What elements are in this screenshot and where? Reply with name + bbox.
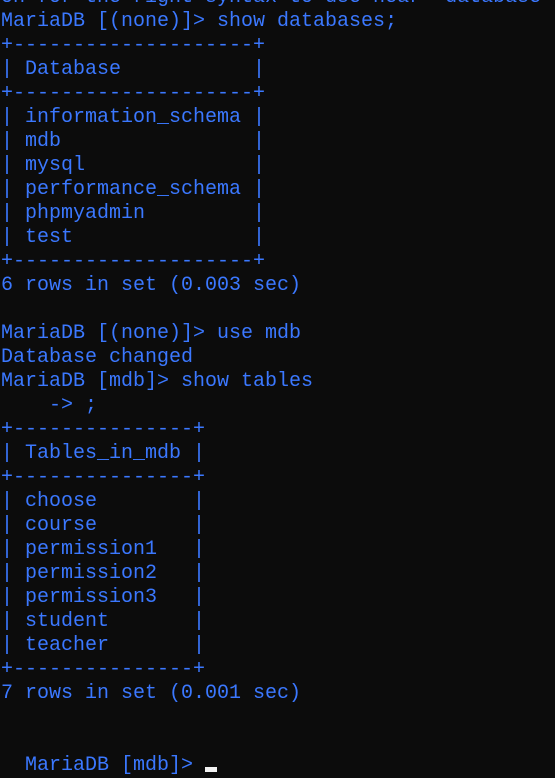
terminal-output[interactable]: on for the right syntax to use near 'dat… [1, 0, 541, 730]
terminal-line: | test | [1, 226, 266, 249]
terminal-line: +---------------+ [1, 466, 206, 489]
terminal-line: | course | [1, 514, 206, 537]
terminal-line: Database changed [1, 346, 194, 369]
terminal-line: +--------------------+ [1, 82, 266, 105]
prompt-text: MariaDB [mdb]> [25, 754, 194, 777]
terminal-line: MariaDB [(none)]> show databases; [1, 10, 398, 33]
terminal-line: 6 rows in set (0.003 sec) [1, 274, 302, 297]
terminal-line: +--------------------+ [1, 34, 266, 57]
terminal-line: | student | [1, 610, 206, 633]
terminal-line: | Tables_in_mdb | [1, 442, 206, 465]
terminal-line: -> ; [1, 394, 98, 417]
terminal-line: | choose | [1, 490, 206, 513]
terminal-line: | permission1 | [1, 538, 206, 561]
terminal-line: | performance_schema | [1, 178, 266, 201]
terminal-line: on for the right syntax to use near 'dat… [1, 0, 541, 10]
terminal-line: | teacher | [1, 634, 206, 657]
terminal-line: | information_schema | [1, 106, 266, 129]
terminal-line: MariaDB [mdb]> show tables [1, 370, 314, 393]
text-cursor [205, 767, 218, 772]
terminal-line: +--------------------+ [1, 250, 266, 273]
terminal-line: | permission3 | [1, 586, 206, 609]
terminal-line: | permission2 | [1, 562, 206, 585]
terminal-line: 7 rows in set (0.001 sec) [1, 682, 302, 705]
terminal-line: | Database | [1, 58, 266, 81]
terminal-line: | phpmyadmin | [1, 202, 266, 225]
prompt-line[interactable]: MariaDB [mdb]> [1, 730, 218, 778]
terminal-line: | mdb | [1, 130, 266, 153]
terminal-line: +---------------+ [1, 658, 206, 681]
terminal-line: MariaDB [(none)]> use mdb [1, 322, 302, 345]
terminal-line: | mysql | [1, 154, 266, 177]
terminal-line: +---------------+ [1, 418, 206, 441]
